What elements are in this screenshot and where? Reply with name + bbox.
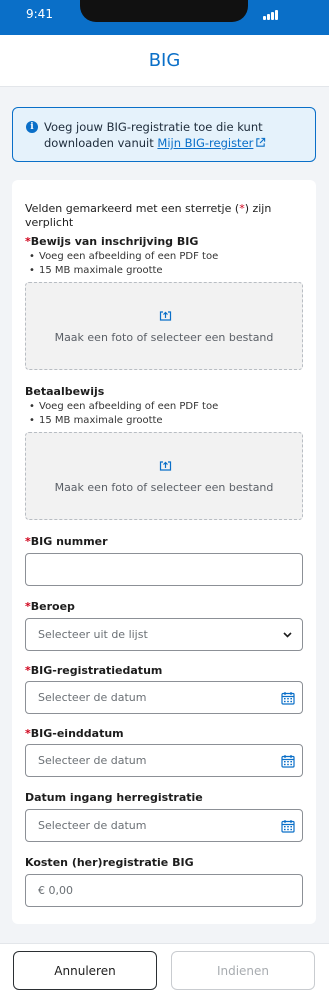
- form-card: Velden gemarkeerd met een sterretje (*) …: [12, 180, 316, 924]
- beroep-select[interactable]: Selecteer uit de lijst: [25, 618, 303, 651]
- upload-text: Maak een foto of selecteer een bestand: [54, 481, 274, 494]
- signal-icon: [263, 10, 279, 20]
- big-register-link-label: Mijn BIG-register: [157, 136, 254, 150]
- chevron-down-icon: [283, 632, 292, 638]
- device-notch: [80, 0, 248, 22]
- kosten-label-text: Kosten (her)registratie BIG: [25, 856, 194, 869]
- registratiedatum-label: *BIG-registratiedatum: [25, 664, 162, 678]
- calendar-icon[interactable]: [281, 819, 295, 833]
- registratiedatum-placeholder: Selecteer de datum: [38, 691, 147, 704]
- upload-icon: [159, 461, 172, 471]
- registratiedatum-label-text: BIG-registratiedatum: [30, 664, 163, 677]
- betaalbewijs-requirements: Voeg een afbeelding of een PDF toe 15 MB…: [25, 400, 218, 428]
- big-register-link[interactable]: Mijn BIG-register: [157, 136, 253, 150]
- status-bar: 9:41: [0, 0, 329, 35]
- beroep-placeholder: Selecteer uit de lijst: [38, 628, 148, 641]
- kosten-input[interactable]: € 0,00: [25, 874, 303, 907]
- page-header: BIG: [0, 35, 329, 87]
- required-fields-note: Velden gemarkeerd met een sterretje (*) …: [25, 202, 316, 230]
- einddatum-placeholder: Selecteer de datum: [38, 754, 147, 767]
- einddatum-input[interactable]: Selecteer de datum: [25, 744, 303, 777]
- external-link-icon[interactable]: [255, 137, 266, 148]
- bewijs-requirements: Voeg een afbeelding of een PDF toe 15 MB…: [25, 250, 218, 278]
- requirement-item: 15 MB maximale grootte: [25, 414, 218, 428]
- betaalbewijs-label-text: Betaalbewijs: [25, 385, 105, 398]
- big-nummer-label: *BIG nummer: [25, 535, 108, 549]
- betaalbewijs-upload-area[interactable]: Maak een foto of selecteer een bestand: [25, 432, 303, 520]
- big-nummer-label-text: BIG nummer: [30, 535, 108, 548]
- submit-button[interactable]: Indienen: [171, 951, 315, 990]
- herregistratie-placeholder: Selecteer de datum: [38, 819, 147, 832]
- kosten-placeholder: € 0,00: [38, 884, 73, 897]
- page-title: BIG: [148, 50, 181, 71]
- requirement-item: Voeg een afbeelding of een PDF toe: [25, 400, 218, 414]
- betaalbewijs-label: Betaalbewijs: [25, 385, 104, 399]
- calendar-icon[interactable]: [281, 754, 295, 768]
- calendar-icon[interactable]: [281, 691, 295, 705]
- herregistratie-input[interactable]: Selecteer de datum: [25, 809, 303, 842]
- status-time: 9:41: [26, 7, 53, 21]
- big-nummer-input[interactable]: [25, 553, 303, 586]
- upload-text: Maak een foto of selecteer een bestand: [54, 331, 274, 344]
- bewijs-upload-area[interactable]: Maak een foto of selecteer een bestand: [25, 282, 303, 370]
- bewijs-label-text: Bewijs van inschrijving BIG: [30, 235, 199, 248]
- info-banner: i Voeg jouw BIG-registratie toe die kunt…: [12, 107, 316, 162]
- requirement-item: Voeg een afbeelding of een PDF toe: [25, 250, 218, 264]
- footer-actions: Annuleren Indienen: [0, 943, 329, 999]
- info-banner-text: Voeg jouw BIG-registratie toe die kunt d…: [44, 119, 305, 151]
- requirement-item: 15 MB maximale grootte: [25, 264, 218, 278]
- registratiedatum-input[interactable]: Selecteer de datum: [25, 681, 303, 714]
- bewijs-label: *Bewijs van inschrijving BIG: [25, 235, 198, 249]
- einddatum-label: *BIG-einddatum: [25, 727, 124, 741]
- upload-icon: [159, 311, 172, 321]
- herregistratie-label-text: Datum ingang herregistratie: [25, 791, 203, 804]
- cancel-button[interactable]: Annuleren: [13, 951, 157, 990]
- kosten-label: Kosten (her)registratie BIG: [25, 856, 194, 870]
- info-icon: i: [26, 121, 38, 133]
- required-note-text: Velden gemarkeerd met een sterretje (: [25, 202, 240, 215]
- herregistratie-label: Datum ingang herregistratie: [25, 791, 203, 805]
- einddatum-label-text: BIG-einddatum: [30, 727, 124, 740]
- beroep-label-text: Beroep: [30, 600, 75, 613]
- beroep-label: *Beroep: [25, 600, 75, 614]
